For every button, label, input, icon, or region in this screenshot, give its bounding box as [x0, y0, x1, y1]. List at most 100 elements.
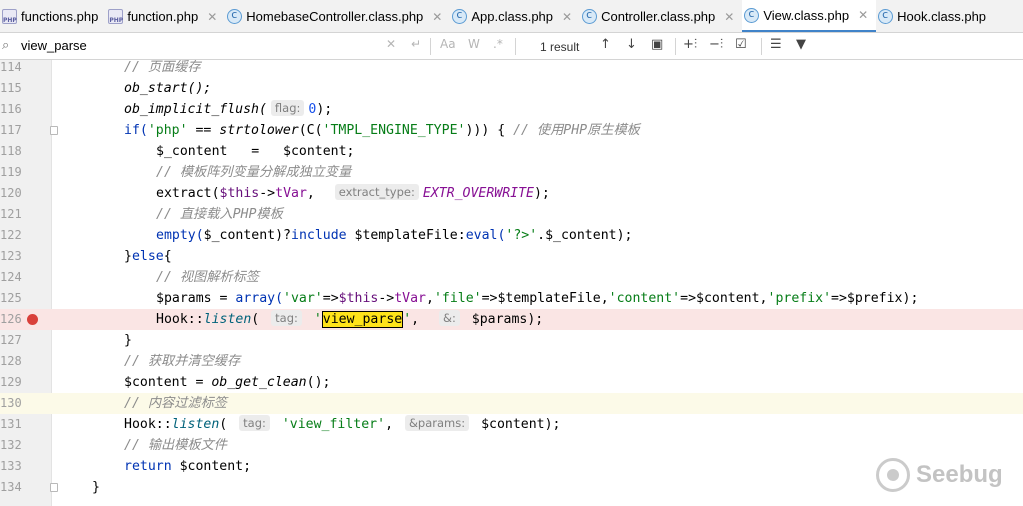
code-content: if('php' == strtolower(C('TMPL_ENGINE_TY… [124, 120, 640, 141]
code-token: ); [902, 291, 919, 306]
code-token: ); [533, 186, 550, 201]
parameter-hint: extract_type: [334, 184, 419, 200]
tab-5[interactable]: View.class.php ✕ [742, 0, 877, 32]
code-token: ' [403, 312, 412, 327]
code-token: tVar [394, 291, 426, 306]
code-line[interactable]: 116 ob_implicit_flush(flag: 0); [0, 99, 1023, 120]
next-occurrence-icon[interactable]: ↓ [626, 37, 637, 52]
code-line[interactable]: 117 if('php' == strtolower(C('TMPL_ENGINE… [0, 120, 1023, 141]
code-line[interactable]: 119 // 模板阵列变量分解成独立变量 [0, 162, 1023, 183]
code-token: extract( [156, 186, 220, 201]
divider [515, 38, 516, 55]
close-tab-icon[interactable]: ✕ [207, 10, 217, 24]
code-token: else [131, 249, 164, 264]
fold-marker-icon[interactable] [50, 483, 58, 492]
code-line[interactable]: 123}else{ [0, 246, 1023, 267]
tab-1[interactable]: function.php ✕ [106, 0, 225, 32]
line-number: 118 [0, 144, 22, 158]
code-token: 'TMPL_ENGINE_TYPE' [322, 123, 466, 138]
remove-selection-icon[interactable]: −⫶ [709, 37, 723, 52]
tab-label: function.php [127, 9, 199, 24]
code-token: : [457, 228, 466, 243]
code-token: ); [527, 312, 544, 327]
parameter-hint: &params: [404, 415, 470, 431]
code-content: // 直接载入PHP模板 [156, 204, 283, 225]
code-token: $content [473, 417, 545, 432]
in-selection-icon[interactable]: ☰ [770, 37, 782, 52]
code-token: Hook:: [156, 312, 204, 327]
parameter-hint: &: [438, 310, 460, 326]
tab-3[interactable]: App.class.php ✕ [450, 0, 580, 32]
code-token: ob_start(); [124, 81, 212, 96]
close-tab-icon[interactable]: ✕ [562, 10, 572, 24]
code-line[interactable]: 120 extract($this->tVar, extract_type: EXT… [0, 183, 1023, 204]
code-token: return [124, 459, 180, 474]
breakpoint-icon[interactable] [27, 314, 38, 325]
search-input[interactable]: view_parse [21, 38, 87, 53]
clear-search-icon[interactable]: ✕ [386, 37, 396, 51]
code-line[interactable]: 127} [0, 330, 1023, 351]
code-line[interactable]: 124 // 视图解析标签 [0, 267, 1023, 288]
code-token: 'php' [147, 123, 188, 138]
code-token: $content = [124, 375, 212, 390]
code-token: Hook:: [124, 417, 172, 432]
line-number: 129 [0, 375, 22, 389]
code-line[interactable]: 132 // 输出模板文件 [0, 435, 1023, 456]
add-selection-icon[interactable]: +⫶ [683, 37, 697, 52]
line-number: 123 [0, 249, 22, 263]
whole-words-toggle[interactable]: W [468, 37, 480, 51]
code-editor[interactable]: 114 // 页面缓存 115 ob_start(); 116 ob_implicit_f… [0, 60, 1023, 506]
close-tab-icon[interactable]: ✕ [858, 8, 868, 22]
code-token: ob_get_clean [211, 375, 307, 390]
code-line[interactable]: 121 // 直接载入PHP模板 [0, 204, 1023, 225]
php-file-icon [108, 9, 124, 24]
select-all-icon[interactable]: ☑ [735, 37, 747, 52]
tab-6[interactable]: Hook.class.php [876, 0, 994, 32]
code-token: '?>' [505, 228, 538, 243]
line-number: 117 [0, 123, 22, 137]
class-file-icon [878, 8, 894, 24]
code-line[interactable]: 128 // 获取并清空缓存 [0, 351, 1023, 372]
select-all-occurrences-icon[interactable]: ▣ [651, 37, 663, 52]
code-line[interactable]: 131 Hook::listen( tag: 'view_filter', &pa… [0, 414, 1023, 435]
code-line[interactable]: 126 Hook::listen( tag: 'view_parse', &: $… [0, 309, 1023, 330]
close-tab-icon[interactable]: ✕ [724, 10, 734, 24]
code-token: $this [219, 186, 260, 201]
code-token: , [385, 417, 401, 432]
search-icon[interactable]: ⌕ [2, 38, 16, 53]
code-line[interactable]: 122 empty($_content)?include $templateFil… [0, 225, 1023, 246]
code-content: Hook::listen( tag: 'view_parse', &: $par… [156, 309, 543, 330]
close-tab-icon[interactable]: ✕ [432, 10, 442, 24]
seebug-watermark: Seebug [876, 458, 1003, 492]
code-line[interactable]: 130 // 内容过滤标签 [0, 393, 1023, 414]
code-line[interactable]: 115 ob_start(); [0, 78, 1023, 99]
line-number: 125 [0, 291, 22, 305]
match-case-toggle[interactable]: Aa [440, 37, 456, 51]
class-file-icon [744, 7, 760, 23]
new-line-icon[interactable]: ↵ [411, 37, 421, 51]
filter-icon[interactable]: ▼ [796, 37, 806, 52]
line-number: 130 [0, 396, 22, 410]
parameter-hint: flag: [270, 100, 305, 116]
code-token: 'view_filter' [273, 417, 386, 432]
previous-occurrence-icon[interactable]: ↑ [600, 37, 611, 52]
code-line[interactable]: 118 $_content = $content; [0, 141, 1023, 162]
regex-toggle[interactable]: .* [493, 37, 503, 51]
code-line[interactable]: 125 $params = array('var'=>$this->tVar,'f… [0, 288, 1023, 309]
code-line[interactable]: 129 $content = ob_get_clean(); [0, 372, 1023, 393]
divider [430, 38, 431, 55]
tab-2[interactable]: HomebaseController.class.php ✕ [225, 0, 450, 32]
code-token: ; [243, 459, 252, 474]
tab-0[interactable]: functions.php [0, 0, 106, 32]
code-token: // 模板阵列变量分解成独立变量 [156, 165, 352, 180]
tab-label: functions.php [21, 9, 99, 24]
line-number: 119 [0, 165, 22, 179]
class-file-icon [452, 8, 468, 24]
code-content: ob_start(); [124, 78, 211, 99]
tab-4[interactable]: Controller.class.php ✕ [580, 0, 742, 32]
code-line[interactable]: 134} [0, 477, 1023, 498]
code-token: EXTR_OVERWRITE [422, 186, 534, 201]
fold-marker-icon[interactable] [50, 126, 58, 135]
code-line[interactable]: 114 // 页面缓存 [0, 60, 1023, 78]
code-line[interactable]: 133 return $content; [0, 456, 1023, 477]
